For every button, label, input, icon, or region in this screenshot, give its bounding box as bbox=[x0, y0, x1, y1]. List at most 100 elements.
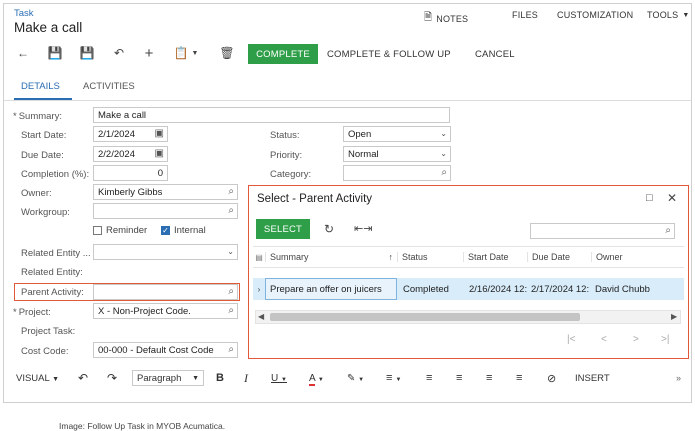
workgroup-input[interactable]: ⌕ bbox=[93, 203, 238, 219]
search-icon[interactable]: ⌕ bbox=[228, 344, 234, 355]
highlight-icon[interactable]: ✎ ▼ bbox=[347, 373, 364, 384]
files-label: FILES bbox=[512, 10, 539, 20]
font-color-icon[interactable]: A ▼ bbox=[309, 372, 324, 386]
breadcrumb[interactable]: Task bbox=[14, 8, 34, 19]
calendar-icon[interactable]: ▣ bbox=[155, 128, 164, 139]
customization-button[interactable]: CUSTOMIZATION bbox=[557, 10, 633, 20]
chevron-down-icon[interactable]: ⌄ bbox=[227, 247, 234, 256]
table-row[interactable]: › Prepare an offer on juicers Completed … bbox=[253, 278, 684, 300]
save-close-icon[interactable]: 💾 bbox=[78, 44, 96, 62]
search-icon[interactable]: ⌕ bbox=[441, 167, 447, 178]
align-icon[interactable]: ≡ ▼ bbox=[386, 372, 401, 384]
due-date-input[interactable]: 2/2/2024 ▣ bbox=[93, 146, 168, 162]
scroll-left-icon[interactable]: ◀ bbox=[258, 312, 264, 321]
undo-icon[interactable]: ↶ bbox=[110, 44, 128, 62]
maximize-icon[interactable]: □ bbox=[646, 192, 653, 204]
dialog-search-input[interactable]: ⌕ bbox=[530, 223, 675, 239]
search-icon[interactable]: ⌕ bbox=[228, 286, 234, 297]
cancel-button[interactable]: CANCEL bbox=[475, 49, 515, 60]
project-label: * Project: bbox=[13, 307, 51, 318]
column-header-start-date[interactable]: Start Date bbox=[463, 252, 527, 262]
sort-asc-icon: ↑ bbox=[388, 252, 394, 262]
search-icon[interactable]: ⌕ bbox=[665, 225, 671, 236]
previous-page-icon[interactable]: < bbox=[601, 334, 607, 345]
clear-format-icon[interactable]: ⊘ bbox=[547, 372, 556, 385]
column-header-due-date[interactable]: Due Date bbox=[527, 252, 591, 262]
cost-code-input[interactable]: 00-000 - Default Cost Code ⌕ bbox=[93, 342, 238, 358]
cell-due-date: 2/17/2024 12: bbox=[531, 283, 590, 295]
italic-icon[interactable]: I bbox=[244, 371, 248, 386]
first-page-icon[interactable]: |< bbox=[567, 334, 575, 345]
parent-activity-input[interactable]: ⌕ bbox=[93, 284, 238, 300]
chevron-down-icon[interactable]: ⌄ bbox=[440, 129, 447, 138]
column-header-status[interactable]: Status bbox=[397, 252, 463, 262]
priority-select[interactable]: Normal ⌄ bbox=[343, 146, 451, 162]
start-date-input[interactable]: 2/1/2024 ▣ bbox=[93, 126, 168, 142]
column-header-owner[interactable]: Owner bbox=[591, 252, 651, 262]
summary-input[interactable]: Make a call bbox=[93, 107, 450, 123]
owner-input[interactable]: Kimberly Gibbs ⌕ bbox=[93, 184, 238, 200]
row-expand-icon[interactable]: › bbox=[253, 285, 265, 294]
cell-start-date: 2/16/2024 12: bbox=[469, 283, 527, 295]
last-page-icon[interactable]: >| bbox=[661, 334, 669, 345]
search-icon[interactable]: ⌕ bbox=[228, 305, 234, 316]
project-task-label: Project Task: bbox=[21, 326, 76, 337]
search-icon[interactable]: ⌕ bbox=[228, 205, 234, 216]
complete-button[interactable]: COMPLETE bbox=[248, 44, 318, 64]
copy-paste-icon[interactable]: 📋 ▼ bbox=[172, 44, 200, 62]
reminder-checkbox[interactable]: Reminder bbox=[93, 225, 147, 236]
row-menu-icon[interactable]: ▤ bbox=[253, 253, 265, 262]
delete-icon[interactable]: 🗑 bbox=[218, 44, 236, 62]
notes-button[interactable]: 🗎 NOTES bbox=[424, 10, 468, 27]
priority-label: Priority: bbox=[270, 150, 303, 161]
bullet-list-icon[interactable]: ≡ bbox=[456, 372, 462, 384]
select-button[interactable]: SELECT bbox=[256, 219, 310, 239]
cell-summary[interactable]: Prepare an offer on juicers bbox=[265, 278, 397, 300]
checkbox-unchecked-icon[interactable] bbox=[93, 226, 102, 235]
back-icon[interactable]: ← bbox=[14, 44, 32, 62]
visual-mode-dropdown[interactable]: VISUAL ▼ bbox=[16, 373, 59, 384]
calendar-icon[interactable]: ▣ bbox=[155, 148, 164, 159]
grid-header: ▤ Summary ↑ Status Start Date Due Date Ow… bbox=[253, 246, 684, 268]
horizontal-scrollbar[interactable]: ◀ ▶ bbox=[255, 310, 681, 324]
internal-checkbox[interactable]: ✓ Internal bbox=[161, 225, 206, 236]
fit-columns-icon[interactable]: ⇤⇥ bbox=[354, 222, 372, 235]
cost-code-label: Cost Code: bbox=[21, 346, 69, 357]
cell-status: Completed bbox=[403, 283, 449, 295]
expand-toolbar-icon[interactable]: » bbox=[676, 373, 681, 383]
redo-icon[interactable]: ↷ bbox=[107, 371, 117, 385]
save-icon[interactable]: 💾 bbox=[46, 44, 64, 62]
tab-activities[interactable]: ACTIVITIES bbox=[83, 81, 135, 92]
scrollbar-thumb[interactable] bbox=[270, 313, 580, 321]
search-icon[interactable]: ⌕ bbox=[228, 186, 234, 197]
caret-down-icon: ▼ bbox=[52, 375, 60, 383]
summary-label: * Summary: bbox=[13, 111, 62, 122]
checkbox-checked-icon[interactable]: ✓ bbox=[161, 226, 170, 235]
next-page-icon[interactable]: > bbox=[633, 334, 639, 345]
underline-icon[interactable]: U ▼ bbox=[271, 373, 287, 384]
indent-icon[interactable]: ≡ bbox=[516, 372, 522, 384]
category-input[interactable]: ⌕ bbox=[343, 165, 451, 181]
outdent-icon[interactable]: ≡ bbox=[486, 372, 492, 384]
paragraph-style-select[interactable]: Paragraph ▼ bbox=[132, 370, 204, 386]
due-date-label: Due Date: bbox=[21, 150, 64, 161]
complete-follow-up-button[interactable]: COMPLETE & FOLLOW UP bbox=[327, 49, 451, 60]
undo-icon[interactable]: ↶ bbox=[78, 371, 88, 385]
refresh-icon[interactable]: ↻ bbox=[324, 222, 334, 236]
column-header-summary[interactable]: Summary ↑ bbox=[265, 252, 397, 262]
close-icon[interactable]: ✕ bbox=[667, 191, 677, 205]
status-select[interactable]: Open ⌄ bbox=[343, 126, 451, 142]
tab-details[interactable]: DETAILS bbox=[21, 81, 60, 92]
project-input[interactable]: X - Non-Project Code. ⌕ bbox=[93, 303, 238, 319]
add-icon[interactable]: + bbox=[140, 44, 158, 62]
ordered-list-icon[interactable]: ≡ bbox=[426, 372, 432, 384]
insert-menu[interactable]: INSERT bbox=[575, 373, 610, 384]
tools-button[interactable]: TOOLS ▼ bbox=[647, 10, 690, 20]
files-button[interactable]: FILES bbox=[512, 10, 538, 20]
bold-icon[interactable]: B bbox=[216, 372, 224, 384]
chevron-down-icon[interactable]: ⌄ bbox=[440, 149, 447, 158]
page-title: Make a call bbox=[14, 20, 83, 35]
completion-input[interactable]: 0 bbox=[93, 165, 168, 181]
scroll-right-icon[interactable]: ▶ bbox=[671, 312, 677, 321]
related-entity-type-select[interactable]: ⌄ bbox=[93, 244, 238, 260]
